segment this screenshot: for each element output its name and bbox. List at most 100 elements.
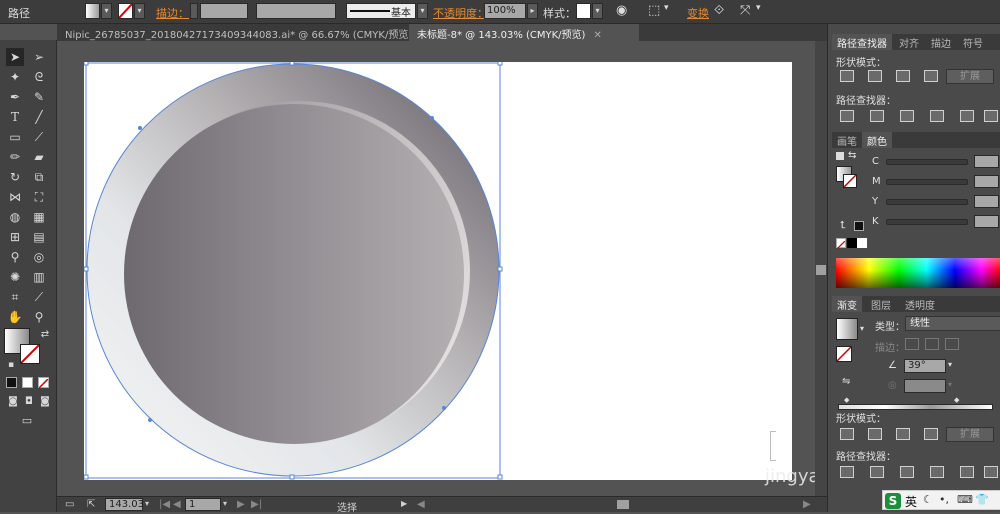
hand-tool-icon[interactable]: ✋ [6,308,24,326]
handle-bottom-left[interactable] [84,474,89,480]
channel-k-slider[interactable] [886,219,968,225]
intersect-icon[interactable] [896,70,910,82]
gradient-type-select[interactable]: 线性 [905,316,1000,331]
blend-tool-icon[interactable]: ◎ [30,248,48,266]
expand-button[interactable]: 扩展 [946,69,994,84]
lasso-tool-icon[interactable]: ᘓ [30,68,48,86]
handle-right-center[interactable] [497,266,503,272]
gradient-midpoint-icon[interactable]: ◆ [844,396,849,404]
pencil-tool-icon[interactable]: ✏ [6,148,24,166]
handle-top-right[interactable] [497,62,503,66]
status-icon[interactable]: ▭ [65,499,74,510]
gradient-preview-swatch[interactable] [836,318,858,340]
none-mode-icon[interactable] [38,377,49,389]
tab-gradient[interactable]: 渐变 [832,296,862,312]
trim-icon[interactable] [870,110,884,122]
gradient-stroke-within-icon[interactable] [905,338,919,350]
brush-definition[interactable]: 基本 [346,3,416,19]
default-colors-icon[interactable]: ▪ [2,356,20,374]
none-swatch[interactable] [836,238,846,250]
align-dropdown-icon[interactable]: ▾ [664,3,669,13]
stroke-swatch[interactable] [118,3,133,19]
crop-icon[interactable] [930,466,944,478]
transform-label[interactable]: 变换 [687,5,709,21]
pen-tool-icon[interactable]: ✒ [6,88,24,106]
tab-transparency[interactable]: 透明度 [900,296,940,312]
trim-icon[interactable] [870,466,884,478]
brush-dropdown[interactable]: ▾ [417,3,428,19]
opacity-input[interactable]: 100% [484,3,526,19]
gradient-midpoint-icon[interactable]: ◆ [954,396,959,404]
stroke-weight-input[interactable] [200,3,248,19]
handle-bottom-right[interactable] [497,474,503,480]
slice-tool-icon[interactable]: ⟋ [30,288,48,306]
handle-top-left[interactable] [84,62,89,66]
opacity-dropdown[interactable]: ▸ [527,3,538,19]
divide-icon[interactable] [840,466,854,478]
anchor-point[interactable] [430,116,434,120]
anchor-point[interactable] [138,126,142,130]
handle-top-center[interactable] [289,62,295,66]
next-artboard-icon[interactable]: ▶ [237,499,245,510]
style-dropdown[interactable]: ▾ [592,3,603,19]
minus-back-icon[interactable] [984,466,998,478]
channel-k-value[interactable] [974,215,999,228]
zoom-dropdown-icon[interactable]: ▾ [145,499,149,508]
anchor-point[interactable] [442,406,446,410]
export-icon[interactable]: ⇱ [87,499,95,510]
first-artboard-icon[interactable]: |◀ [159,499,170,510]
type-tool-icon[interactable]: T [6,108,24,126]
ime-language-label[interactable]: 英 [905,493,917,510]
outline-icon[interactable] [960,466,974,478]
screen-mode-icon[interactable]: ▭ [18,412,36,430]
mesh-tool-icon[interactable]: ⊞ [6,228,24,246]
stroke-weight-stepper[interactable] [190,3,198,19]
artboard-number-input[interactable]: 1 [185,498,221,511]
draw-inside-icon[interactable]: ◙ [36,393,54,411]
rotate-tool-icon[interactable]: ↻ [6,168,24,186]
exclude-icon[interactable] [924,428,938,440]
tab-color[interactable]: 颜色 [862,132,892,148]
channel-m-slider[interactable] [886,179,968,185]
color-spectrum[interactable] [836,258,1000,288]
second-expand-button[interactable]: 扩展 [946,427,994,442]
channel-c-value[interactable] [974,155,999,168]
crop-icon[interactable] [930,110,944,122]
align-icon[interactable]: ⬚ [648,3,660,18]
graphic-style-swatch[interactable] [576,3,591,19]
ime-keyboard-icon[interactable]: ⌨ [957,493,973,506]
graph-tool-icon[interactable]: ▥ [30,268,48,286]
direct-selection-tool-icon[interactable]: ➢ [30,48,48,66]
handle-left-center[interactable] [84,266,89,272]
scroll-thumb[interactable] [816,265,826,275]
tab-align[interactable]: 对齐 [894,34,924,50]
tab-layers[interactable]: 图层 [866,296,896,312]
zoom-input[interactable]: 143.03 [105,498,144,511]
gradient-preview-dropdown-icon[interactable]: ▾ [860,324,864,333]
channel-m-value[interactable] [974,175,999,188]
ime-punctuation-icon[interactable]: ☾ [923,493,933,506]
zoom-tool-icon[interactable]: ⚲ [30,308,48,326]
channel-y-slider[interactable] [886,199,968,205]
status-menu-icon[interactable]: ▶ [401,499,407,508]
white-swatch[interactable] [857,238,867,248]
out-of-gamut-icon[interactable]: ⮤ [840,220,846,231]
scroll-left-icon[interactable]: ◀ [417,499,425,510]
gradient-tool-icon[interactable]: ▤ [30,228,48,246]
stroke-label[interactable]: 描边： [156,5,189,21]
width-tool-icon[interactable]: ⋈ [6,188,24,206]
aspect-dropdown-icon[interactable]: ▾ [948,380,952,389]
previous-artboard-icon[interactable]: ◀ [173,499,181,510]
exclude-icon[interactable] [924,70,938,82]
gradient-stroke-across-icon[interactable] [945,338,959,350]
minus-front-icon[interactable] [868,70,882,82]
fill-dropdown[interactable]: ▾ [101,3,112,19]
channel-c-slider[interactable] [886,159,968,165]
free-transform-tool-icon[interactable]: ⛶ [30,188,48,206]
ime-skin-icon[interactable]: 👕 [975,493,989,506]
tab-symbols[interactable]: 符号 [958,34,988,50]
anchor-point[interactable] [148,418,152,422]
variable-width-profile[interactable] [256,3,336,19]
eraser-tool-icon[interactable]: ▰ [30,148,48,166]
scale-tool-icon[interactable]: ⧉ [30,168,48,186]
